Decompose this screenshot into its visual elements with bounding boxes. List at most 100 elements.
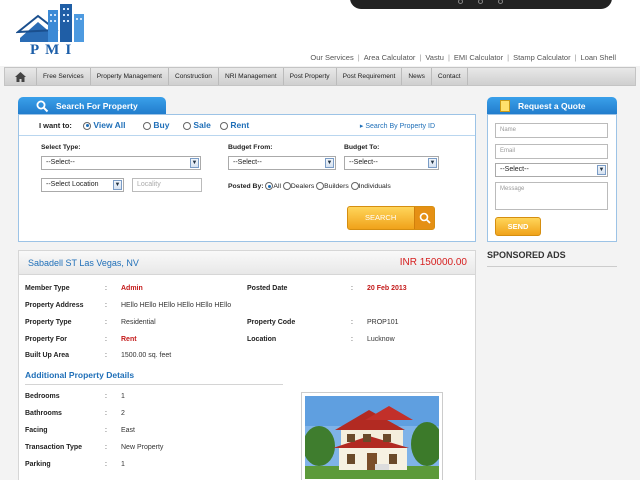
budget-from-dropdown[interactable]: --Select-- ▼ — [228, 156, 336, 170]
search-button[interactable]: SEARCH — [347, 206, 435, 230]
radio-button[interactable] — [183, 121, 191, 130]
header: PMI Our Services | Area Calculator | Vastu | E… — [0, 0, 640, 66]
radio-button[interactable] — [350, 182, 359, 190]
quote-panel: Name Email --Select-- ▼ Message SEND — [487, 114, 617, 242]
select-type-dropdown[interactable]: --Select-- ▼ — [41, 156, 201, 170]
search-by-id-link[interactable]: ▸ Search By Property ID — [360, 122, 435, 130]
nav-construction[interactable]: Construction — [169, 68, 219, 85]
chevron-down-icon: ▼ — [428, 158, 437, 168]
posted-by-label: Posted By: — [228, 182, 264, 190]
select-type-label: Select Type: — [41, 144, 81, 151]
quote-select-value: --Select-- — [500, 166, 529, 173]
search-button-label: SEARCH — [365, 213, 397, 222]
main-nav: Free Services Property Management Constr… — [4, 67, 636, 86]
social-icon[interactable] — [498, 0, 503, 4]
detail-key: Transaction Type — [25, 444, 83, 451]
detail-value: 1 — [121, 393, 125, 400]
detail-value: HEllo HEllo HEllo HEllo HEllo HEllo — [121, 302, 232, 309]
posted-by-individuals[interactable]: Individuals — [359, 183, 391, 190]
top-link-area-calculator[interactable]: Area Calculator — [364, 53, 416, 62]
search-button-icon-box — [414, 207, 434, 229]
top-link-stamp-calculator[interactable]: Stamp Calculator — [513, 53, 571, 62]
detail-key: Location — [247, 336, 277, 343]
radio-sale[interactable]: Sale — [183, 120, 211, 130]
budget-from-label: Budget From: — [228, 144, 273, 151]
quote-select-dropdown[interactable]: --Select-- ▼ — [495, 163, 608, 177]
budget-to-label: Budget To: — [344, 144, 380, 151]
property-listing: Sabadell ST Las Vegas, NV INR 150000.00 … — [18, 250, 476, 480]
select-type-value: --Select-- — [46, 159, 75, 166]
detail-key: Property Address — [25, 302, 84, 309]
top-link-emi-calculator[interactable]: EMI Calculator — [454, 53, 503, 62]
detail-value: Rent — [121, 336, 137, 343]
listing-header: Sabadell ST Las Vegas, NV INR 150000.00 — [19, 251, 475, 275]
detail-row: Built Up Area: 1500.00 sq. feet — [25, 349, 465, 363]
search-icon — [36, 100, 49, 113]
chevron-down-icon: ▼ — [113, 180, 122, 190]
nav-contact[interactable]: Contact — [432, 68, 468, 85]
chevron-down-icon: ▼ — [325, 158, 334, 168]
logo-building-icon — [14, 4, 84, 42]
posted-by-builders[interactable]: Builders — [324, 183, 349, 190]
detail-value: 1500.00 sq. feet — [121, 352, 172, 359]
social-icon[interactable] — [478, 0, 483, 4]
locality-input[interactable]: Locality — [132, 178, 202, 192]
arrow-right-icon: ▸ — [359, 123, 364, 130]
location-dropdown[interactable]: --Select Location ▼ — [41, 178, 124, 192]
radio-button[interactable] — [83, 121, 91, 130]
quote-email-input[interactable]: Email — [495, 144, 608, 159]
radio-button[interactable] — [316, 182, 325, 190]
detail-value: East — [121, 427, 136, 434]
detail-row: Property For: Rent Location: Lucknow — [25, 333, 465, 347]
nav-post-requirement[interactable]: Post Requirement — [337, 68, 403, 85]
nav-property-management[interactable]: Property Management — [91, 68, 169, 85]
note-icon — [500, 100, 510, 112]
top-link-our-services[interactable]: Our Services — [310, 53, 353, 62]
posted-by-all[interactable]: All — [273, 183, 281, 190]
detail-value: 20 Feb 2013 — [367, 285, 407, 292]
detail-key: Member Type — [25, 285, 70, 292]
radio-buy[interactable]: Buy — [143, 120, 169, 130]
radio-button[interactable] — [143, 121, 151, 130]
send-button[interactable]: SEND — [495, 217, 541, 236]
top-link-loan-shell[interactable]: Loan Shell — [581, 53, 616, 62]
posted-by-dealers[interactable]: Dealers — [291, 183, 314, 190]
nav-home[interactable] — [5, 68, 37, 85]
budget-to-dropdown[interactable]: --Select-- ▼ — [344, 156, 439, 170]
nav-nri-management[interactable]: NRI Management — [219, 68, 284, 85]
divider — [19, 135, 475, 136]
top-links: Our Services | Area Calculator | Vastu | EMI C… — [310, 53, 616, 62]
radio-rent[interactable]: Rent — [220, 120, 249, 130]
nav-news[interactable]: News — [402, 68, 432, 85]
detail-key: Parking — [25, 461, 51, 468]
detail-key: Posted Date — [247, 285, 288, 292]
social-icon[interactable] — [458, 0, 463, 4]
listing-price: INR 150000.00 — [399, 257, 467, 268]
detail-key: Built Up Area — [25, 352, 70, 359]
location-value: --Select Location — [46, 181, 99, 188]
quote-message-textarea[interactable]: Message — [495, 182, 608, 210]
detail-value: PROP101 — [367, 319, 399, 326]
detail-value: Residential — [121, 319, 156, 326]
quote-name-input[interactable]: Name — [495, 123, 608, 138]
divider — [25, 384, 283, 385]
detail-value: New Property — [121, 444, 164, 451]
logo-text: PMI — [30, 42, 78, 58]
additional-details-title: Additional Property Details — [25, 370, 135, 380]
nav-free-services[interactable]: Free Services — [37, 68, 91, 85]
logo[interactable]: PMI — [14, 2, 88, 60]
detail-key: Property For — [25, 336, 68, 343]
listing-title[interactable]: Sabadell ST Las Vegas, NV — [28, 258, 139, 268]
top-link-vastu[interactable]: Vastu — [425, 53, 444, 62]
detail-value: Admin — [121, 285, 143, 292]
radio-button[interactable] — [282, 182, 291, 190]
detail-key: Bedrooms — [25, 393, 60, 400]
detail-key: Property Code — [247, 319, 296, 326]
radio-view-all[interactable]: View All — [83, 120, 126, 130]
home-icon — [15, 71, 26, 82]
budget-from-value: --Select-- — [233, 159, 262, 166]
nav-post-property[interactable]: Post Property — [284, 68, 337, 85]
house-image — [303, 396, 443, 479]
property-photo[interactable] — [301, 392, 443, 480]
radio-button[interactable] — [220, 121, 228, 130]
